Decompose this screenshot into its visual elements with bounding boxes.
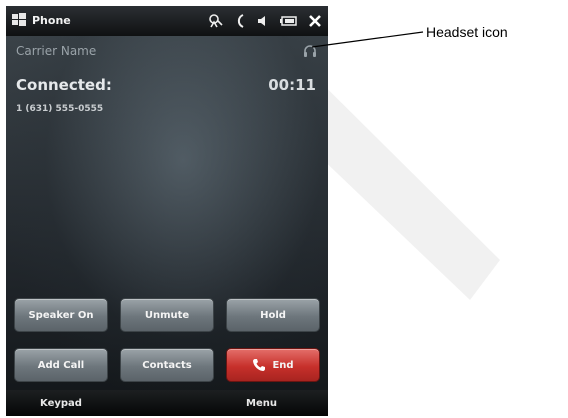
menu-softkey[interactable]: Menu (246, 398, 277, 409)
call-screen: Carrier Name Connected: 00:11 1 (631) 55… (6, 36, 328, 390)
softkey-bar: Keypad Menu (6, 390, 328, 416)
keypad-softkey[interactable]: Keypad (40, 398, 82, 409)
phone-signal-icon[interactable] (234, 13, 246, 29)
close-icon[interactable] (308, 14, 322, 28)
signal-icon[interactable] (208, 13, 224, 29)
carrier-name: Carrier Name (16, 44, 97, 58)
phone-screen: Phone Carrier Name Connected: 00:11 1 (6… (6, 6, 328, 416)
call-timer: 00:11 (268, 76, 316, 94)
title-bar: Phone (6, 6, 328, 36)
hold-label: Hold (260, 309, 286, 321)
app-title: Phone (32, 14, 71, 27)
volume-icon[interactable] (256, 14, 270, 28)
status-icons (208, 10, 322, 32)
contacts-button[interactable]: Contacts (120, 348, 214, 382)
callout-label: Headset icon (426, 24, 508, 40)
speaker-on-button[interactable]: Speaker On (14, 298, 108, 332)
contacts-label: Contacts (142, 359, 192, 371)
end-call-label: End (272, 359, 294, 371)
phone-icon (253, 359, 266, 371)
speaker-on-label: Speaker On (28, 309, 94, 321)
unmute-button[interactable]: Unmute (120, 298, 214, 332)
add-call-label: Add Call (37, 359, 85, 371)
end-call-button[interactable]: End (226, 348, 320, 382)
call-status: Connected: (16, 76, 112, 94)
phone-number: 1 (631) 555-0555 (16, 104, 104, 114)
headset-icon (304, 45, 316, 57)
add-call-button[interactable]: Add Call (14, 348, 108, 382)
hold-button[interactable]: Hold (226, 298, 320, 332)
unmute-label: Unmute (144, 309, 190, 321)
windows-logo-icon[interactable] (12, 13, 26, 27)
battery-icon[interactable] (280, 15, 298, 27)
